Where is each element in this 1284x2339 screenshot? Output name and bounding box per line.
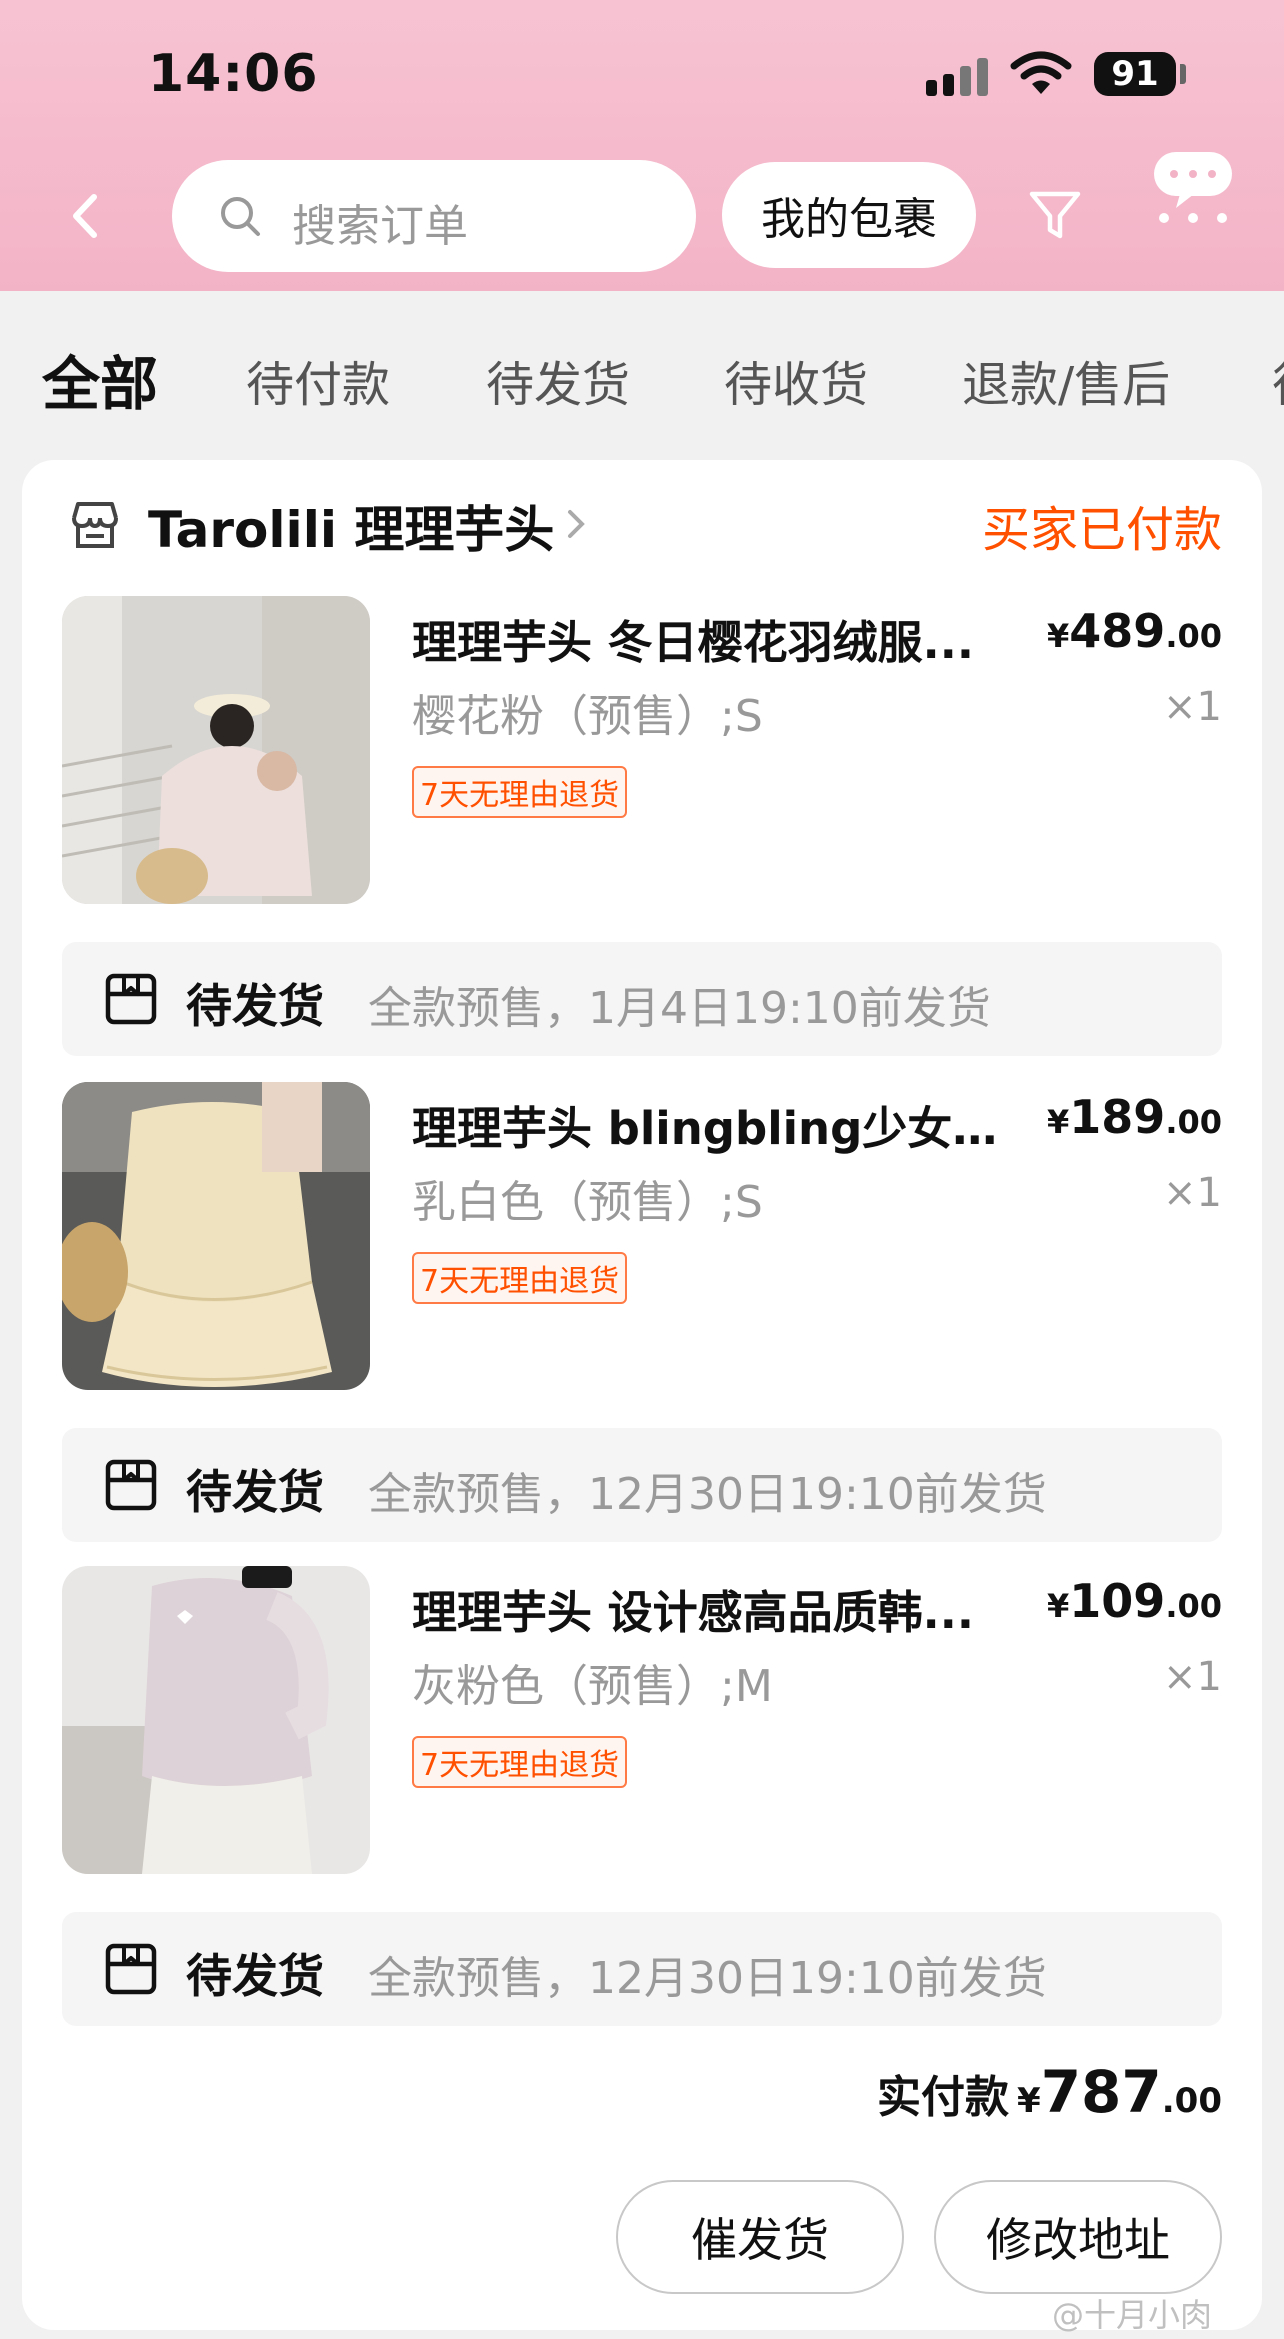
product-price: ¥109.00 xyxy=(1047,1574,1222,1628)
status-time: 14:06 xyxy=(148,44,319,104)
shipping-description: 全款预售，1月4日19:10前发货 xyxy=(368,983,991,1034)
shipping-status: 待发货 xyxy=(186,1949,324,2003)
package-icon xyxy=(105,973,157,1025)
search-placeholder: 搜索订单 xyxy=(292,201,468,252)
shop-name[interactable]: Tarolili 理理芋头 xyxy=(148,490,554,562)
order-item[interactable]: 理理芋头 冬日樱花羽绒服... ¥489.00 樱花粉（预售）;S ×1 7天无… xyxy=(22,596,1262,906)
return-policy-badge: 7天无理由退货 xyxy=(412,1252,628,1304)
battery-icon: 91 xyxy=(1094,52,1176,96)
order-tabs: 全部 待付款 待发货 待收货 退款/售后 待 xyxy=(0,291,1284,459)
status-bar: 14:06 91 xyxy=(0,0,1284,150)
product-image[interactable] xyxy=(62,596,370,904)
watermark: @十月小肉 xyxy=(1052,2296,1213,2334)
shop-header[interactable]: Tarolili 理理芋头 买家已付款 xyxy=(22,460,1262,590)
product-quantity: ×1 xyxy=(1163,1170,1222,1216)
tab-all[interactable]: 全部 xyxy=(42,337,158,421)
my-packages-button[interactable]: 我的包裹 xyxy=(722,162,976,268)
product-image[interactable] xyxy=(62,1566,370,1874)
product-price: ¥189.00 xyxy=(1047,1090,1222,1144)
order-item[interactable]: 理理芋头 blingbling少女精... ¥189.00 乳白色（预售）;S … xyxy=(22,1082,1262,1392)
total-currency: ¥ xyxy=(1017,2081,1041,2121)
return-policy-badge: 7天无理由退货 xyxy=(412,1736,628,1788)
product-image[interactable] xyxy=(62,1082,370,1390)
search-input[interactable]: 搜索订单 xyxy=(172,160,696,272)
order-item[interactable]: 理理芋头 设计感高品质韩... ¥109.00 灰粉色（预售）;M ×1 7天无… xyxy=(22,1566,1262,1876)
package-icon xyxy=(105,1943,157,1995)
tab-pending-receipt[interactable]: 待收货 xyxy=(724,345,868,415)
shipping-description: 全款预售，12月30日19:10前发货 xyxy=(368,1469,1047,1520)
shipping-status-row[interactable]: 待发货 全款预售，12月30日19:10前发货 xyxy=(62,1912,1222,2026)
order-status: 买家已付款 xyxy=(981,502,1222,558)
shipping-status-row[interactable]: 待发货 全款预售，12月30日19:10前发货 xyxy=(62,1428,1222,1542)
order-card[interactable]: Tarolili 理理芋头 买家已付款 理理芋头 冬日樱花羽绒服... ¥489… xyxy=(22,460,1262,2330)
tab-refund[interactable]: 退款/售后 xyxy=(962,345,1170,415)
total-cents: .00 xyxy=(1161,2081,1222,2121)
product-sku: 乳白色（预售）;S xyxy=(412,1177,763,1228)
product-title[interactable]: 理理芋头 冬日樱花羽绒服... xyxy=(412,606,1032,671)
product-title[interactable]: 理理芋头 设计感高品质韩... xyxy=(412,1576,1032,1641)
return-policy-badge: 7天无理由退货 xyxy=(412,766,628,818)
total-amount: 787 xyxy=(1040,2058,1162,2126)
message-icon[interactable] xyxy=(1150,148,1236,228)
shipping-status: 待发货 xyxy=(186,979,324,1033)
product-quantity: ×1 xyxy=(1163,1654,1222,1700)
shipping-status: 待发货 xyxy=(186,1465,324,1519)
chevron-right-icon xyxy=(568,510,585,538)
urge-shipment-button[interactable]: 催发货 xyxy=(616,2180,904,2294)
wifi-icon xyxy=(1010,51,1072,94)
filter-icon[interactable] xyxy=(1026,186,1084,244)
chevron-left-icon xyxy=(73,194,97,238)
battery-tip xyxy=(1180,64,1186,84)
product-price: ¥489.00 xyxy=(1047,604,1222,658)
order-total: 实付款 ¥ 787 .00 xyxy=(877,2058,1222,2126)
back-button[interactable] xyxy=(60,186,110,246)
product-title[interactable]: 理理芋头 blingbling少女精... xyxy=(412,1092,1032,1157)
tab-pending-payment[interactable]: 待付款 xyxy=(246,345,390,415)
tab-more-partial[interactable]: 待 xyxy=(1272,345,1284,415)
package-icon xyxy=(105,1459,157,1511)
total-label: 实付款 xyxy=(877,2072,1010,2123)
shop-icon xyxy=(72,502,118,548)
search-icon xyxy=(221,197,260,236)
product-sku: 灰粉色（预售）;M xyxy=(412,1661,773,1712)
product-quantity: ×1 xyxy=(1163,684,1222,730)
shipping-description: 全款预售，12月30日19:10前发货 xyxy=(368,1953,1047,2004)
shipping-status-row[interactable]: 待发货 全款预售，1月4日19:10前发货 xyxy=(62,942,1222,1056)
product-sku: 樱花粉（预售）;S xyxy=(412,691,763,742)
app-header: 14:06 91 搜索订单 我的包裹 xyxy=(0,0,1284,291)
change-address-button[interactable]: 修改地址 xyxy=(934,2180,1222,2294)
cellular-signal-icon xyxy=(926,56,988,96)
tab-pending-shipment[interactable]: 待发货 xyxy=(486,345,630,415)
